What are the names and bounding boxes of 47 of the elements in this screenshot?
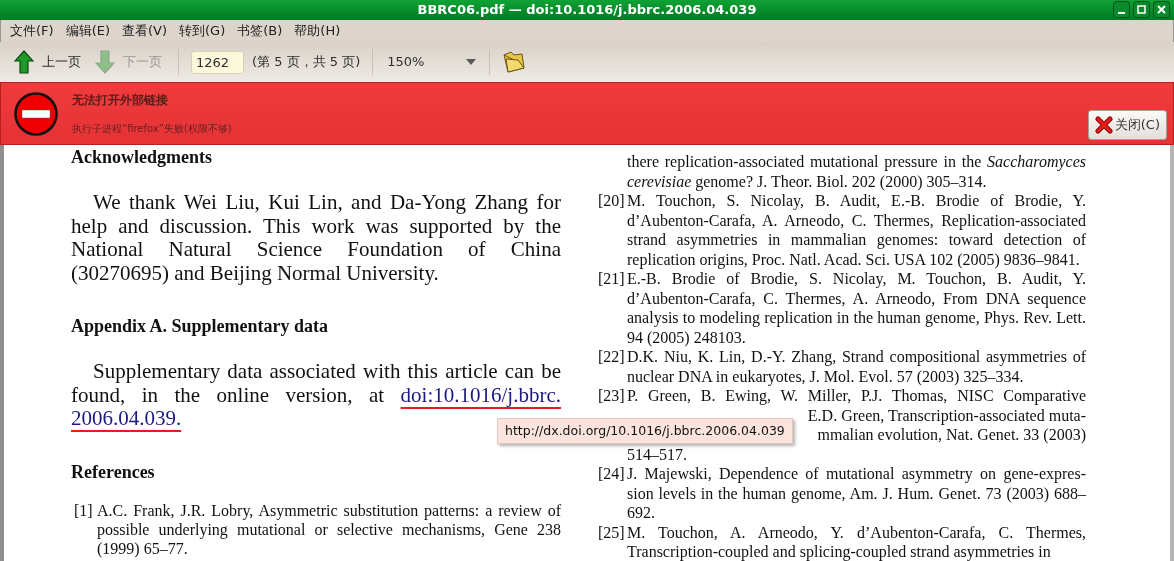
close-x-icon xyxy=(1094,116,1113,134)
reference-number: [22] xyxy=(598,348,625,365)
window-title: BBRC06.pdf — doi:10.1016/j.bbrc.2006.04.039 xyxy=(417,1,757,19)
section-heading: Appendix A. Supplementary data xyxy=(71,315,330,338)
reference-number: [23] xyxy=(598,387,625,404)
body-paragraph: We thank Wei Liu, Kui Lin, and Da-Yong Zhang for help and discussion. This work was supported by the National Natural Science Foundation of China (30270695) and Beijing Normal University. xyxy=(71,191,561,285)
previous-page-button[interactable]: 上一页 xyxy=(10,46,85,78)
error-message: 执行子进程“firefox”失败(权限不够) xyxy=(72,122,232,136)
dropdown-caret-icon[interactable] xyxy=(465,58,478,66)
folder-icon[interactable] xyxy=(502,51,527,73)
reference-text: there replication-associated mutational pressure in the Saccharomyces cerevisiae genome? J. Theor. Biol. 202 (2000) 305–314. xyxy=(627,152,1086,191)
menu-item[interactable]: 书签(B) xyxy=(232,21,288,41)
zoom-level-field[interactable]: 150% xyxy=(385,52,446,72)
reference-text: A.C. Frank, J.R. Lobry, Asymmetric substitution patterns: a review of possible underlying mutational or selective mechanisms, Gene 238 (1999) 65–77. xyxy=(97,500,561,558)
reference-number: [20] xyxy=(598,192,625,209)
reference-number: [24] xyxy=(598,465,625,482)
reference-text: J. Majewski, Dependence of mutational asymmetry on gene-expres-sion levels in the human genome, Am. J. Hum. Genet. 73 (2003) 688–692. xyxy=(627,464,1086,523)
reference-text: M. Touchon, S. Nicolay, B. Audit, E.-B. Brodie of Brodie, Y. d’Aubenton-Carafa, A. Arneodo, C. Thermes, Replication-associated strand asymmetries in mammalian genomes: toward detection of replication origins, Proc. Natl. Acad. Sci. USA 102 (2005) 9836–9841. xyxy=(627,191,1086,269)
menu-item[interactable]: 编辑(E) xyxy=(60,21,115,41)
section-heading: References xyxy=(71,460,156,484)
reference-text: E.D. Green, Transcription-associated muta- xyxy=(807,405,1086,425)
error-icon xyxy=(14,92,58,136)
menu-item[interactable]: 查看(V) xyxy=(117,21,173,41)
reference-number: [21] xyxy=(598,270,625,287)
menu-item[interactable]: 帮助(H) xyxy=(289,21,346,41)
reference-number: [25] xyxy=(598,523,625,541)
doi-link[interactable]: 2006.04.039. xyxy=(71,406,182,430)
reference-text: 514–517. xyxy=(627,444,688,464)
reference-text: P. Green, B. Ewing, W. Miller, P.J. Thomas, NISC Comparative xyxy=(627,386,1086,406)
menu-item[interactable]: 文件(F) xyxy=(5,21,59,41)
maximize-icon[interactable] xyxy=(1133,1,1150,18)
page-count-label: (第 5 页，共 5 页) xyxy=(252,53,361,72)
reference-text: mmalian evolution, Nat. Genet. 33 (2003) xyxy=(817,425,1086,445)
minimize-icon[interactable] xyxy=(1113,1,1130,18)
reference-text: M. Touchon, A. Arneodo, Y. d’Aubenton-Carafa, C. Thermes, Transcription-coupled and splicing-coupled strand asymmetries in xyxy=(627,522,1086,561)
close-icon[interactable] xyxy=(1153,1,1170,18)
up-arrow-icon xyxy=(14,50,34,74)
error-title: 无法打开外部链接 xyxy=(72,92,169,109)
page-number-field[interactable]: 1262 xyxy=(191,50,244,74)
section-heading: Acknowledgments xyxy=(71,146,213,169)
menu-item[interactable]: 转到(G) xyxy=(174,21,231,41)
reference-number: [1] xyxy=(74,501,93,519)
reference-text: E.-B. Brodie of Brodie, S. Nicolay, M. Touchon, B. Audit, Y. d’Aubenton-Carafa, C. Thermes, A. Arneodo, From DNA sequence analysis to modeling replication in the human genome, Phys. Rev. Lett. 94 (2005) 248103. xyxy=(627,269,1086,347)
down-arrow-icon xyxy=(95,50,115,74)
close-button[interactable]: 关闭(C) xyxy=(1087,110,1167,140)
doi-link[interactable]: doi:10.1016/j.bbrc. xyxy=(400,382,561,407)
reference-text: D.K. Niu, K. Lin, D.-Y. Zhang, Strand compositional asymmetries of nuclear DNA in eukaryotes, J. Mol. Evol. 57 (2003) 325–334. xyxy=(627,347,1086,386)
